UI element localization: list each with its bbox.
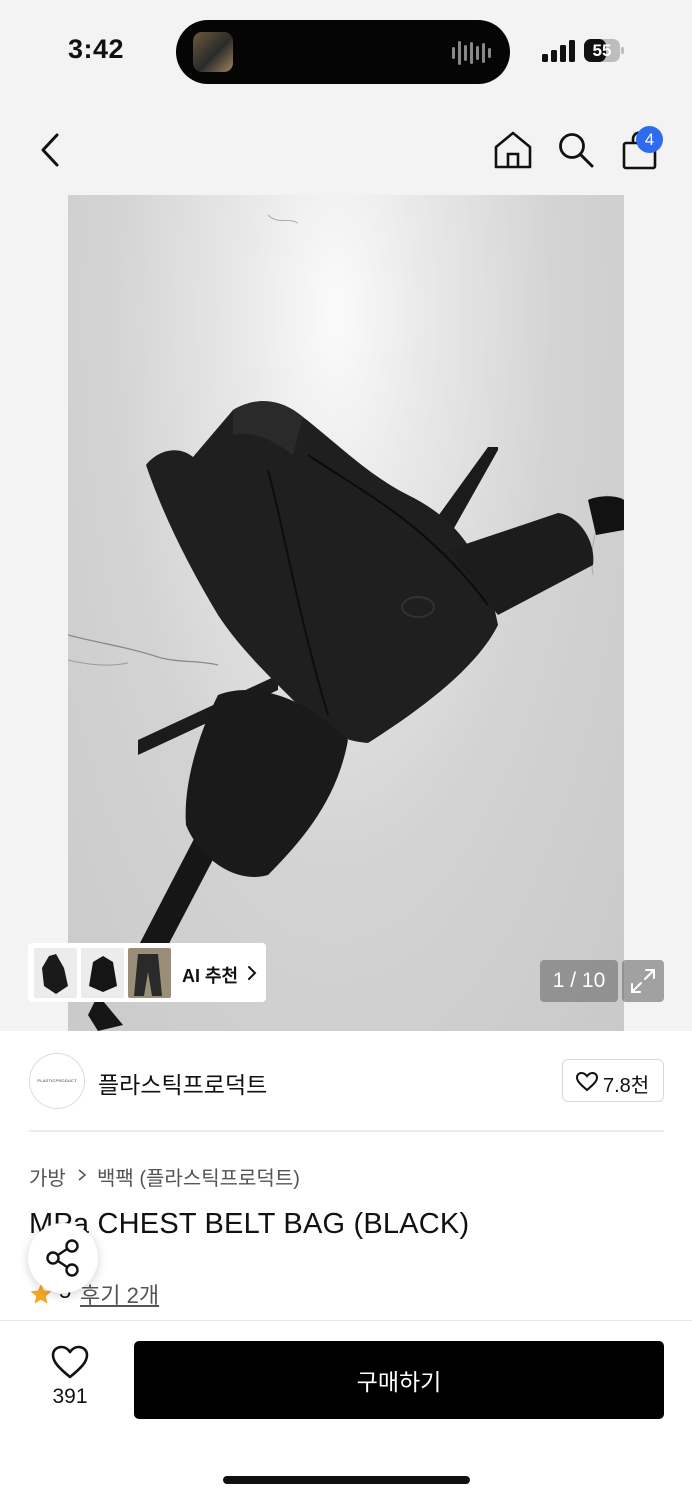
brand-name[interactable]: 플라스틱프로덕트 [98,1066,267,1100]
product-image[interactable] [68,195,624,1031]
product-photo-illustration [68,214,624,1031]
breadcrumb-chevron-icon [78,1169,87,1181]
recommend-thumbnail-1[interactable] [34,948,77,998]
home-indicator[interactable] [223,1476,470,1484]
ai-recommend-chip[interactable]: AI 추천 [28,943,266,1002]
wishlist-heart-icon[interactable] [50,1344,90,1380]
cart-button[interactable]: 4 [620,126,666,172]
recommend-thumbnail-2[interactable] [81,948,124,998]
brand-logo-text: PLASTICPRODUCT [37,1078,77,1083]
ai-recommend-label: AI 추천 [182,966,239,986]
back-arrow-icon[interactable] [38,132,62,168]
chevron-right-icon [248,966,257,980]
cart-count-badge: 4 [636,126,663,153]
wishlist-count: 391 [52,1385,88,1408]
audio-wave-icon [452,40,492,66]
recommend-thumbnail-3[interactable] [128,948,171,998]
battery-icon: 55 [584,39,624,62]
expand-icon [631,969,655,993]
brand-like-button[interactable]: 7.8천 [562,1059,664,1102]
breadcrumb-subcategory[interactable]: 백팩 (플라스틱프로덕트) [97,1162,300,1191]
expand-image-button[interactable] [622,960,664,1002]
breadcrumb-category[interactable]: 가방 [29,1162,66,1191]
cellular-signal-icon [542,40,575,62]
battery-level: 55 [592,41,612,60]
now-playing-artwork [193,32,233,72]
buy-button[interactable]: 구매하기 [134,1341,664,1419]
heart-icon [575,1071,599,1092]
share-button[interactable] [28,1223,98,1293]
brand-like-count: 7.8천 [603,1075,650,1097]
section-divider [29,1130,664,1132]
status-time: 3:42 [68,34,125,64]
brand-logo[interactable]: PLASTICPRODUCT [29,1053,85,1109]
dynamic-island[interactable] [176,20,510,84]
image-counter: 1 / 10 [540,960,618,1002]
share-icon [46,1239,79,1277]
search-icon[interactable] [557,131,595,169]
home-icon[interactable] [493,130,533,170]
